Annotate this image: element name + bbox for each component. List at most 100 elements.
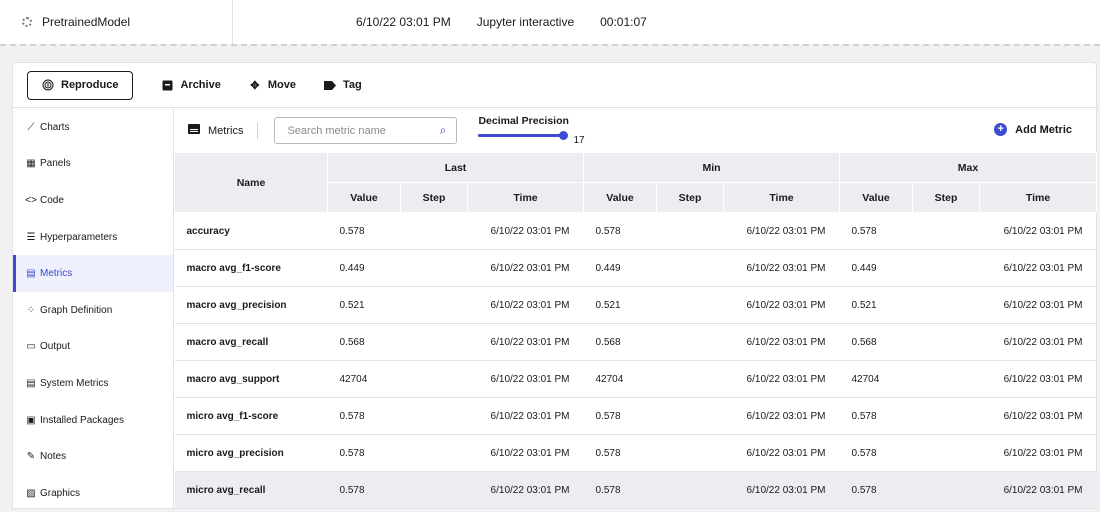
experiment-name-cell[interactable]: PretrainedModel bbox=[0, 0, 233, 44]
metrics-view: Metrics ⌕ Decimal Precision 17 + Add Met… bbox=[174, 109, 1098, 509]
min-time: 6/10/22 03:01 PM bbox=[723, 360, 840, 398]
sidebar-item-code[interactable]: <> Code bbox=[13, 182, 173, 219]
table-row[interactable]: micro avg_precision 0.578 6/10/22 03:01 P… bbox=[174, 434, 1097, 472]
metrics-tab-label: Metrics bbox=[208, 124, 244, 137]
table-row[interactable]: macro avg_f1-score 0.449 6/10/22 03:01 PM… bbox=[174, 249, 1097, 287]
code-icon: <> bbox=[25, 194, 37, 206]
last-value: 0.578 bbox=[327, 434, 401, 472]
metric-name: macro avg_precision bbox=[174, 286, 328, 324]
reproduce-label: Reproduce bbox=[61, 79, 119, 91]
slider-thumb[interactable] bbox=[559, 130, 569, 140]
max-step bbox=[912, 360, 980, 398]
column-header-time[interactable]: Time bbox=[723, 182, 840, 213]
min-value: 0.521 bbox=[583, 286, 657, 324]
min-step bbox=[656, 434, 724, 472]
table-row[interactable]: macro avg_recall 0.568 6/10/22 03:01 PM 0… bbox=[174, 323, 1097, 361]
sidebar-item-notes[interactable]: ✎ Notes bbox=[13, 438, 173, 475]
sidebar-item-graphics[interactable]: ▨ Graphics bbox=[13, 475, 173, 512]
metrics-icon: ▤ bbox=[26, 268, 36, 280]
reproduce-button[interactable]: Reproduce bbox=[27, 70, 134, 100]
column-header-value[interactable]: Value bbox=[327, 182, 401, 213]
table-row[interactable]: macro avg_support 42704 6/10/22 03:01 PM … bbox=[174, 360, 1097, 398]
max-value: 0.521 bbox=[839, 286, 913, 324]
fingerprint-icon bbox=[42, 79, 54, 91]
slider-track[interactable] bbox=[478, 133, 565, 137]
move-icon: ✥ bbox=[250, 79, 260, 92]
archive-button[interactable]: Archive bbox=[161, 79, 221, 91]
tag-button[interactable]: Tag bbox=[323, 79, 362, 91]
table-row[interactable]: accuracy 0.578 6/10/22 03:01 PM 0.578 6/10… bbox=[174, 212, 1097, 250]
archive-label: Archive bbox=[180, 79, 221, 91]
experiment-duration: 00:01:07 bbox=[600, 15, 647, 29]
column-header-value[interactable]: Value bbox=[839, 182, 913, 213]
last-time: 6/10/22 03:01 PM bbox=[467, 434, 584, 472]
metric-name: micro avg_precision bbox=[174, 434, 328, 472]
metric-name: micro avg_f1-score bbox=[174, 397, 328, 435]
sidebar-item-system-metrics[interactable]: ▤ System Metrics bbox=[13, 365, 173, 402]
metrics-tab[interactable]: Metrics bbox=[174, 122, 259, 139]
table-row[interactable]: macro avg_precision 0.521 6/10/22 03:01 P… bbox=[174, 286, 1097, 324]
max-step bbox=[912, 286, 980, 324]
max-time: 6/10/22 03:01 PM bbox=[979, 434, 1097, 472]
min-time: 6/10/22 03:01 PM bbox=[723, 323, 840, 361]
last-step bbox=[400, 434, 468, 472]
last-step bbox=[400, 471, 468, 509]
search-icon[interactable]: ⌕ bbox=[440, 123, 447, 138]
last-value: 0.449 bbox=[327, 249, 401, 287]
sidebar-item-label: Metrics bbox=[40, 268, 73, 280]
sidebar-item-label: Hyperparameters bbox=[40, 231, 118, 243]
last-time: 6/10/22 03:01 PM bbox=[467, 360, 584, 398]
table-row[interactable]: micro avg_f1-score 0.578 6/10/22 03:01 PM… bbox=[174, 397, 1097, 435]
last-step bbox=[400, 360, 468, 398]
sidebar-item-metrics[interactable]: ▤ Metrics bbox=[13, 255, 173, 292]
experiment-panel: Reproduce Archive ✥ Move Tag ⟋ Charts ▦ Pa… bbox=[12, 62, 1098, 509]
metric-name: accuracy bbox=[174, 212, 328, 250]
max-step bbox=[912, 323, 980, 361]
sidebar-item-charts[interactable]: ⟋ Charts bbox=[13, 109, 173, 146]
experiment-name: PretrainedModel bbox=[42, 15, 131, 29]
monitor-icon: ▭ bbox=[26, 341, 36, 353]
sidebar-item-output[interactable]: ▭ Output bbox=[13, 329, 173, 366]
sidebar-item-installed-packages[interactable]: ▣ Installed Packages bbox=[13, 402, 173, 439]
group-header-min: Min bbox=[583, 152, 840, 183]
column-header-value[interactable]: Value bbox=[583, 182, 657, 213]
max-time: 6/10/22 03:01 PM bbox=[979, 212, 1097, 250]
max-step bbox=[912, 471, 980, 509]
min-step bbox=[656, 323, 724, 361]
system-icon: ▤ bbox=[26, 377, 36, 389]
sidebar: ⟋ Charts ▦ Panels <> Code ☰ Hyperparameters … bbox=[13, 109, 174, 509]
sidebar-item-graph-definition[interactable]: ⁘ Graph Definition bbox=[13, 292, 173, 329]
column-header-time[interactable]: Time bbox=[978, 182, 1098, 213]
min-step bbox=[656, 212, 724, 250]
add-metric-button[interactable]: + Add Metric bbox=[994, 123, 1072, 136]
column-header-step[interactable]: Step bbox=[400, 182, 468, 213]
column-header-time[interactable]: Time bbox=[467, 182, 584, 213]
metric-name: macro avg_support bbox=[174, 360, 328, 398]
experiment-date: 6/10/22 03:01 PM bbox=[356, 15, 451, 29]
search-input[interactable] bbox=[287, 124, 440, 137]
sidebar-item-hyperparameters[interactable]: ☰ Hyperparameters bbox=[13, 219, 173, 256]
move-button[interactable]: ✥ Move bbox=[249, 79, 296, 92]
column-header-name[interactable]: Name bbox=[174, 152, 328, 213]
last-time: 6/10/22 03:01 PM bbox=[467, 286, 584, 324]
min-time: 6/10/22 03:01 PM bbox=[723, 434, 840, 472]
sidebar-item-label: Installed Packages bbox=[40, 414, 124, 426]
precision-label: Decimal Precision bbox=[478, 114, 569, 127]
column-header-step[interactable]: Step bbox=[656, 182, 724, 213]
column-header-step[interactable]: Step bbox=[912, 182, 980, 213]
table-row[interactable]: micro avg_recall 0.578 6/10/22 03:01 PM 0… bbox=[174, 471, 1097, 509]
tag-label: Tag bbox=[342, 79, 362, 91]
sidebar-item-panels[interactable]: ▦ Panels bbox=[13, 146, 173, 183]
divider bbox=[0, 44, 1100, 46]
min-value: 0.578 bbox=[583, 434, 657, 472]
search-box: ⌕ bbox=[274, 117, 458, 144]
sidebar-item-label: Graphics bbox=[40, 487, 81, 499]
min-value: 0.568 bbox=[583, 323, 657, 361]
metric-name: micro avg_recall bbox=[174, 471, 328, 509]
min-step bbox=[656, 397, 724, 435]
last-value: 0.568 bbox=[327, 323, 401, 361]
sidebar-item-label: Charts bbox=[40, 121, 70, 133]
max-step bbox=[912, 397, 980, 435]
min-time: 6/10/22 03:01 PM bbox=[723, 471, 840, 509]
max-step bbox=[912, 212, 980, 250]
